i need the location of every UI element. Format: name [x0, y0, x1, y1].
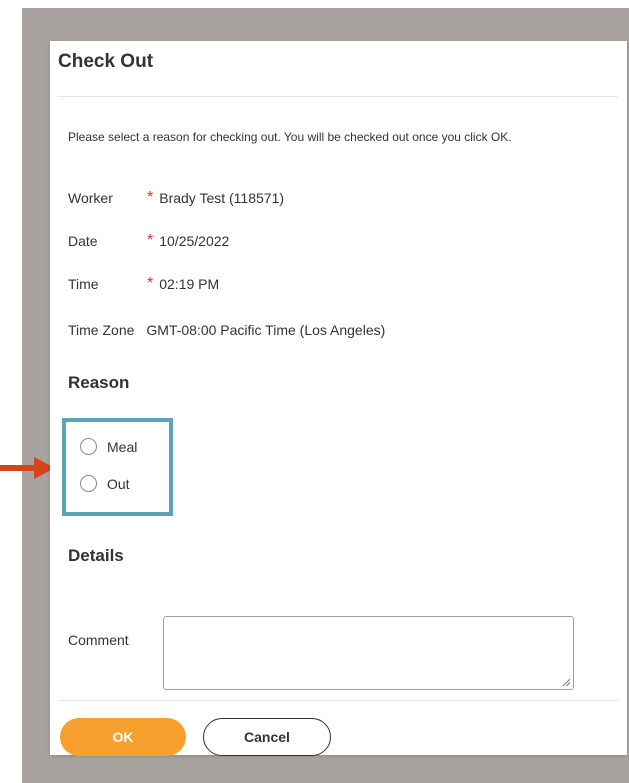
reason-heading: Reason	[68, 373, 130, 392]
time-value: 02:19 PM	[159, 276, 220, 292]
reason-option-out[interactable]: Out	[80, 475, 130, 492]
instructions-text: Please select a reason for checking out.…	[68, 130, 512, 144]
required-marker: *	[147, 232, 154, 249]
details-heading: Details	[68, 546, 124, 565]
footer-divider	[58, 700, 619, 701]
dialog-title: Check Out	[58, 51, 154, 72]
reason-highlight-box	[62, 418, 173, 516]
time-zone-label: Time Zone	[68, 322, 135, 338]
worker-value: Brady Test (118571)	[159, 190, 285, 206]
time-label: Time	[68, 276, 99, 292]
reason-option-meal[interactable]: Meal	[80, 438, 137, 455]
time-zone-field: Time Zone GMT-08:00 Pacific Time (Los An…	[68, 320, 385, 340]
arrow-right-icon	[0, 457, 55, 479]
time-zone-value: GMT-08:00 Pacific Time (Los Angeles)	[146, 322, 386, 338]
check-out-dialog: Check Out Please select a reason for che…	[50, 41, 627, 756]
time-field: Time * 02:19 PM	[68, 274, 219, 294]
reason-option-label: Out	[107, 475, 130, 492]
date-label: Date	[68, 233, 98, 249]
worker-field: Worker * Brady Test (118571)	[68, 188, 284, 208]
cancel-button[interactable]: Cancel	[203, 718, 331, 756]
worker-label: Worker	[68, 190, 113, 206]
resize-grip-icon[interactable]	[562, 678, 570, 686]
comment-textarea[interactable]	[163, 616, 574, 690]
ok-button[interactable]: OK	[60, 718, 186, 756]
title-divider	[58, 96, 618, 97]
radio-circle-icon[interactable]	[80, 475, 97, 492]
required-marker: *	[147, 189, 154, 206]
required-marker: *	[147, 275, 154, 292]
date-field: Date * 10/25/2022	[68, 231, 229, 251]
date-value: 10/25/2022	[159, 233, 230, 249]
radio-circle-icon[interactable]	[80, 438, 97, 455]
reason-option-label: Meal	[107, 438, 138, 455]
comment-label: Comment	[68, 632, 129, 648]
